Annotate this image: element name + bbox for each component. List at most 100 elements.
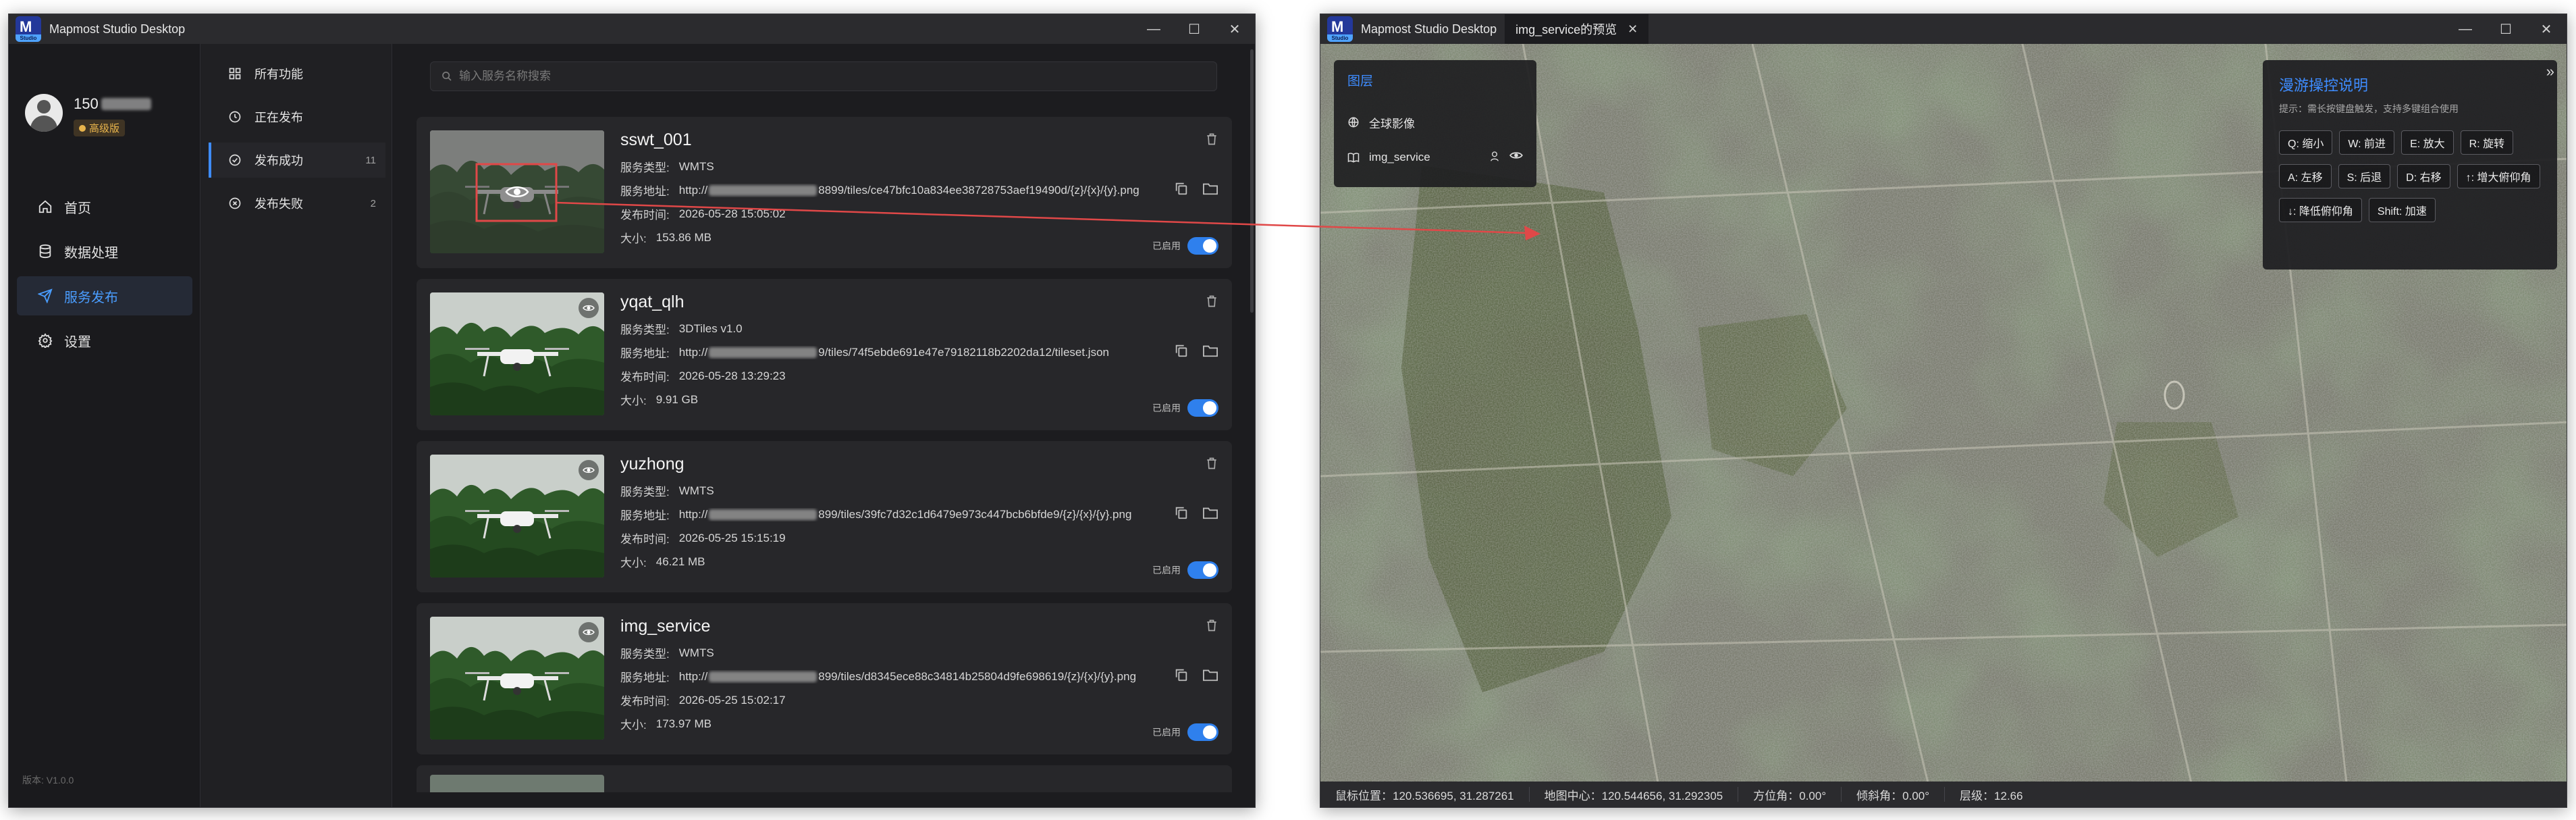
service-url[interactable]: http://899/tiles/d8345ece88c34814b25804d… xyxy=(679,670,1136,684)
studio-main-window: M Studio Mapmost Studio Desktop — ☐ ✕ 15… xyxy=(8,14,1256,808)
scrollbar[interactable] xyxy=(1250,44,1255,807)
key-hint: S: 后退 xyxy=(2338,164,2391,188)
help-title: 漫游操控说明 xyxy=(2279,77,2369,94)
layers-title: 图层 xyxy=(1347,74,1374,88)
service-url[interactable]: http://899/tiles/39fc7d32c1d6479e973c447… xyxy=(679,508,1132,521)
folder-icon[interactable] xyxy=(1202,343,1218,361)
collapse-panel-icon[interactable]: » xyxy=(2546,63,2554,80)
service-size: 46.21 MB xyxy=(655,555,705,568)
eye-icon xyxy=(583,305,595,311)
enable-toggle[interactable] xyxy=(1187,723,1218,741)
preview-eye-button[interactable] xyxy=(579,460,599,480)
database-icon xyxy=(36,244,55,259)
service-card[interactable]: yqat_qlh 服务类型: 3DTiles v1.0 服务地址: http://9… xyxy=(417,279,1232,430)
x-circle-icon xyxy=(226,197,244,210)
layer-item-global-imagery[interactable]: 全球影像 xyxy=(1347,109,1523,136)
book-icon xyxy=(1347,151,1361,163)
eye-icon xyxy=(505,186,529,197)
locate-icon[interactable] xyxy=(1489,150,1500,165)
trash-icon[interactable] xyxy=(1205,132,1218,150)
service-url[interactable]: http://8899/tiles/ce47bfc10a834ee3872875… xyxy=(679,184,1139,197)
search-icon xyxy=(441,71,452,82)
grid-icon xyxy=(226,67,244,80)
nav-item-home[interactable]: 首页 xyxy=(17,187,192,226)
subnav-publish-success[interactable]: 发布成功 11 xyxy=(209,143,385,178)
nav-item-data-processing[interactable]: 数据处理 xyxy=(17,232,192,271)
help-tip: 提示：需长按键盘触发，支持多键组合使用 xyxy=(2279,103,2459,114)
preview-eye-button[interactable] xyxy=(579,622,599,642)
service-name: yuzhong xyxy=(620,455,685,473)
pitch: 倾斜角：0.00° xyxy=(1842,787,1946,802)
minimize-button[interactable]: — xyxy=(1133,14,1174,44)
layers-panel: 图层 全球影像 img_service xyxy=(1334,60,1536,187)
secondary-nav: 所有功能 正在发布 发布成功 11 发布失败 2 xyxy=(200,44,392,807)
copy-icon[interactable] xyxy=(1174,667,1189,686)
service-thumbnail[interactable] xyxy=(430,455,604,578)
trash-icon[interactable] xyxy=(1205,456,1218,474)
key-hint: ↑: 增大俯仰角 xyxy=(2457,164,2540,188)
check-circle-icon xyxy=(226,153,244,167)
enable-toggle[interactable] xyxy=(1187,561,1218,579)
service-type: 3DTiles v1.0 xyxy=(678,322,743,335)
folder-icon[interactable] xyxy=(1202,181,1218,199)
close-button[interactable]: ✕ xyxy=(1214,14,1255,44)
publish-time: 2026-05-25 15:02:17 xyxy=(678,693,786,707)
close-icon: ✕ xyxy=(2540,22,2552,37)
layer-item-img-service[interactable]: img_service xyxy=(1347,144,1523,171)
version-label: 版本: V1.0.0 xyxy=(22,775,74,786)
copy-icon[interactable] xyxy=(1174,181,1189,199)
subnav-publishing[interactable]: 正在发布 xyxy=(209,99,385,134)
search-input[interactable] xyxy=(459,70,1202,83)
map-canvas[interactable]: 图层 全球影像 img_service 漫游操控说明 提示：需长按键盘触发，支持… xyxy=(1320,44,2567,781)
user-profile[interactable]: 150 高级版 xyxy=(25,94,151,136)
service-card[interactable]: sswt_001 服务类型: WMTS 服务地址: http://8899/tile… xyxy=(417,117,1232,268)
service-url[interactable]: http://9/tiles/74f5ebde691e47e79182118b2… xyxy=(679,346,1109,359)
minimize-button[interactable]: — xyxy=(2445,14,2486,44)
key-hint: R: 旋转 xyxy=(2460,130,2514,155)
preview-overlay[interactable] xyxy=(430,130,604,253)
maximize-icon: ☐ xyxy=(1188,22,1200,37)
key-hint: Q: 缩小 xyxy=(2279,130,2333,155)
preview-eye-button[interactable] xyxy=(579,298,599,318)
globe-icon xyxy=(1347,116,1361,128)
service-thumbnail[interactable] xyxy=(430,292,604,415)
app-logo: M Studio xyxy=(1327,16,1353,42)
search-box[interactable] xyxy=(430,61,1217,91)
copy-icon[interactable] xyxy=(1174,343,1189,361)
nav-item-settings[interactable]: 设置 xyxy=(17,321,192,360)
service-name: yqat_qlh xyxy=(620,292,685,311)
trash-icon[interactable] xyxy=(1205,618,1218,636)
service-name: img_service xyxy=(620,617,711,636)
maximize-button[interactable]: ☐ xyxy=(2486,14,2526,44)
service-thumbnail[interactable] xyxy=(430,617,604,740)
send-icon xyxy=(36,288,55,303)
enable-toggle[interactable] xyxy=(1187,237,1218,255)
service-thumbnail[interactable] xyxy=(430,130,604,253)
service-card-partial[interactable] xyxy=(417,765,1232,792)
eye-icon[interactable] xyxy=(1509,150,1523,165)
title-bar: M Studio Mapmost Studio Desktop img_serv… xyxy=(1320,14,2567,44)
subnav-all-functions[interactable]: 所有功能 xyxy=(209,56,385,91)
maximize-icon: ☐ xyxy=(2500,22,2512,37)
primary-nav: 150 高级版 首页 数据处理 服务发布 设置 版本: V1.0.0 xyxy=(9,44,200,807)
folder-icon[interactable] xyxy=(1202,667,1218,686)
folder-icon[interactable] xyxy=(1202,505,1218,523)
trash-icon[interactable] xyxy=(1205,294,1218,312)
avatar[interactable] xyxy=(25,94,63,132)
tab-preview[interactable]: img_service的预览 ✕ xyxy=(1505,14,1649,44)
service-card[interactable]: img_service 服务类型: WMTS 服务地址: http://899/ti… xyxy=(417,603,1232,754)
subnav-publish-failed[interactable]: 发布失败 2 xyxy=(209,186,385,221)
service-card[interactable]: yuzhong 服务类型: WMTS 服务地址: http://899/tiles/… xyxy=(417,441,1232,592)
copy-icon[interactable] xyxy=(1174,505,1189,523)
enable-toggle[interactable] xyxy=(1187,399,1218,417)
user-id: 150 xyxy=(74,95,99,112)
service-name: sswt_001 xyxy=(620,130,692,149)
service-size: 173.97 MB xyxy=(655,717,712,730)
close-button[interactable]: ✕ xyxy=(2526,14,2567,44)
nav-item-service-publish[interactable]: 服务发布 xyxy=(17,276,192,315)
map-center: 地图中心：120.544656, 31.292305 xyxy=(1530,787,1739,802)
maximize-button[interactable]: ☐ xyxy=(1174,14,1214,44)
failed-count: 2 xyxy=(370,197,376,209)
tab-close-icon[interactable]: ✕ xyxy=(1628,22,1638,36)
key-hint: W: 前进 xyxy=(2339,130,2395,155)
